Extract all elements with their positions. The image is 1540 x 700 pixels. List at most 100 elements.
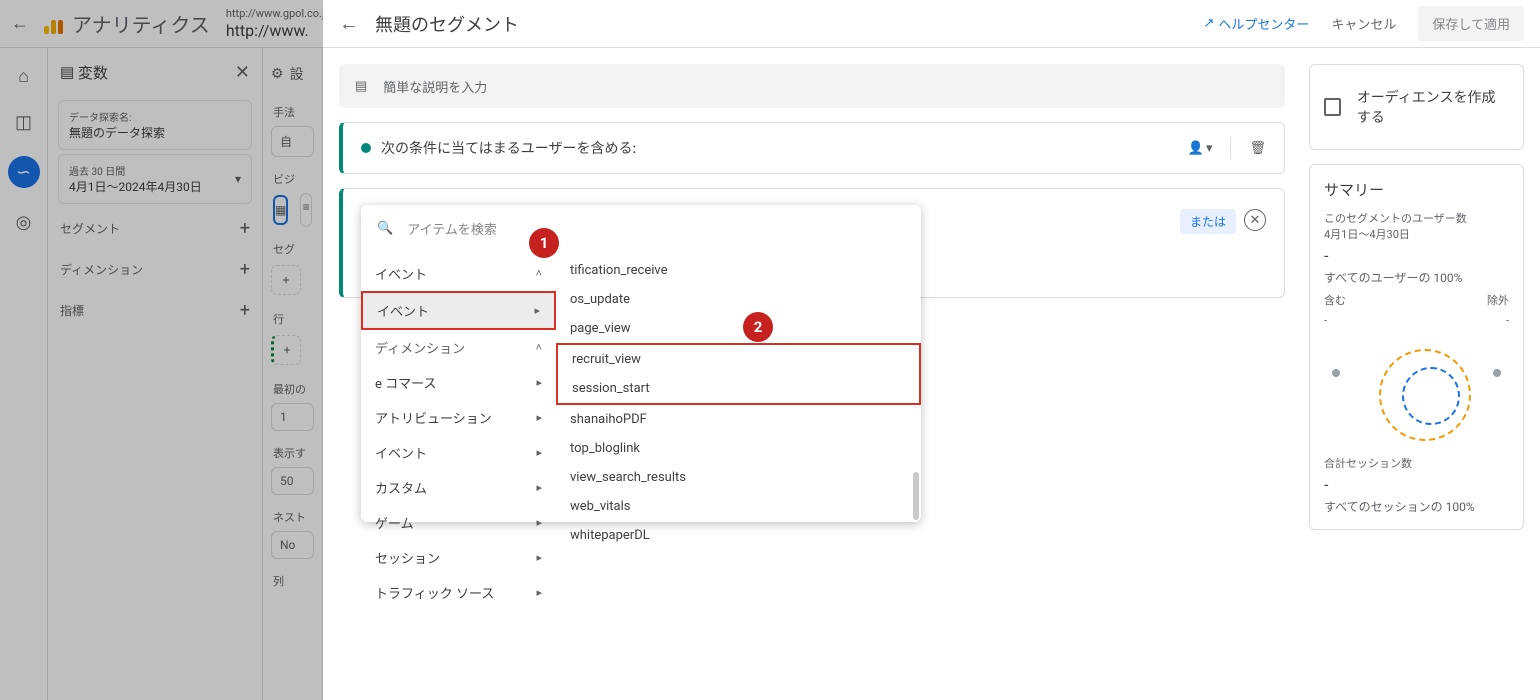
event-item[interactable]: shanaihoPDF bbox=[556, 405, 921, 434]
exploration-name-box[interactable]: データ探索名: 無題のデータ探索 bbox=[58, 100, 252, 150]
or-button[interactable]: または bbox=[1180, 209, 1236, 234]
category-attribution[interactable]: アトリビューション▸ bbox=[361, 400, 556, 435]
event-item[interactable]: page_view bbox=[556, 314, 921, 343]
date-range-value: 4月1日～2024年4月30日 bbox=[69, 178, 202, 195]
vis-table-icon[interactable]: ▦ bbox=[273, 195, 288, 225]
metrics-section: 指標 + bbox=[48, 290, 262, 331]
category-session[interactable]: セッション ▸ bbox=[361, 540, 556, 575]
show-rows-value[interactable]: 50 bbox=[271, 467, 314, 495]
category-ecommerce[interactable]: e コマース▸ bbox=[361, 365, 556, 400]
summary-card: サマリー このセグメントのユーザー数 4月1日～4月30日 - すべてのユーザー… bbox=[1309, 164, 1524, 530]
dimensions-section: ディメンション + bbox=[48, 249, 262, 290]
category-event-highlight[interactable]: イベント▸ bbox=[361, 291, 556, 330]
builder-side: オーディエンスを作成する サマリー このセグメントのユーザー数 4月1日～4月3… bbox=[1309, 64, 1524, 530]
reports-icon[interactable]: ◫ bbox=[12, 110, 36, 134]
description-bar[interactable]: ▤ 簡単な説明を入力 bbox=[339, 64, 1285, 108]
exploration-name-value: 無題のデータ探索 bbox=[69, 124, 241, 141]
divider bbox=[1230, 137, 1231, 159]
summary-title: サマリー bbox=[1324, 179, 1509, 200]
add-dimension-icon[interactable]: + bbox=[240, 259, 250, 280]
event-item[interactable]: whitepaperDL bbox=[556, 521, 921, 550]
add-seg-chip[interactable]: + bbox=[271, 265, 301, 295]
add-row-chip[interactable]: + bbox=[271, 335, 301, 365]
property-url[interactable]: http://www.gpol.co.jp http://www. bbox=[226, 7, 331, 39]
advertising-icon[interactable]: ◎ bbox=[12, 210, 36, 234]
chevron-right-icon: ▸ bbox=[536, 411, 542, 424]
checkbox-empty-icon[interactable] bbox=[1324, 98, 1341, 116]
chevron-right-icon: ▸ bbox=[536, 516, 542, 529]
remove-condition-icon[interactable]: ✕ bbox=[1244, 209, 1266, 231]
nest-value[interactable]: No bbox=[271, 531, 314, 559]
event-item[interactable]: web_vitals bbox=[556, 492, 921, 521]
metrics-label: 指標 bbox=[60, 302, 84, 319]
variables-header: ▤ 変数 ✕ bbox=[48, 48, 262, 96]
search-icon: 🔍 bbox=[377, 221, 393, 236]
help-center-link[interactable]: ↗ヘルプセンター bbox=[1203, 14, 1309, 33]
home-icon[interactable]: ⌂ bbox=[12, 64, 36, 88]
show-rows-label: 表示す bbox=[267, 433, 318, 465]
category-label: セッション bbox=[375, 548, 440, 567]
include-dot-icon bbox=[361, 143, 371, 153]
category-label: イベント bbox=[375, 264, 427, 283]
settings-panel: ⚙設 手法 自 ビジ ▦ ≡ セグ + 行 + 最初の 1 表示す 50 ネスト… bbox=[263, 48, 323, 700]
picker-search[interactable]: 🔍 アイテムを検索 bbox=[361, 205, 921, 252]
event-item-highlight[interactable]: session_start bbox=[556, 374, 921, 405]
save-apply-button[interactable]: 保存して適用 bbox=[1418, 6, 1524, 41]
seg-comp-label: セグ bbox=[267, 229, 318, 261]
caret-down-icon: ▾ bbox=[1206, 141, 1213, 156]
cols-label: 列 bbox=[267, 561, 318, 593]
first-row-value[interactable]: 1 bbox=[271, 403, 314, 431]
event-column: tification_receive os_update page_view r… bbox=[556, 252, 921, 522]
chevron-right-icon: ▸ bbox=[536, 446, 542, 459]
close-icon[interactable]: ✕ bbox=[235, 62, 250, 83]
method-chip[interactable]: 自 bbox=[271, 126, 314, 157]
builder-back-icon[interactable]: ← bbox=[339, 11, 359, 36]
summary-range: 4月1日～4月30日 bbox=[1324, 226, 1509, 242]
summary-include-label: 含む bbox=[1324, 292, 1346, 308]
vis-other-icon[interactable]: ≡ bbox=[300, 193, 312, 227]
chevron-right-icon: ▸ bbox=[536, 551, 542, 564]
category-label: ゲーム bbox=[375, 513, 414, 532]
back-arrow-icon[interactable]: ← bbox=[8, 13, 32, 34]
chevron-up-icon: ˄ bbox=[536, 341, 542, 354]
segment-builder: ← 無題のセグメント ↗ヘルプセンター キャンセル 保存して適用 ▤ 簡単な説明… bbox=[323, 0, 1540, 700]
create-audience-card[interactable]: オーディエンスを作成する bbox=[1309, 64, 1524, 150]
summary-sessions-value: - bbox=[1324, 475, 1509, 494]
explore-icon[interactable]: ∽ bbox=[8, 156, 40, 188]
event-item[interactable]: tification_receive bbox=[556, 256, 921, 285]
venn-point-left bbox=[1332, 369, 1340, 377]
category-label: トラフィック ソース bbox=[375, 583, 494, 602]
category-traffic-source[interactable]: トラフィック ソース▸ bbox=[361, 575, 556, 610]
category-event-sub[interactable]: イベント▸ bbox=[361, 435, 556, 470]
dropdown-caret-icon: ▾ bbox=[235, 172, 241, 186]
include-label: 次の条件に当てはまるユーザーを含める: bbox=[381, 138, 636, 158]
venn-inner-circle bbox=[1402, 367, 1460, 425]
left-rail: ⌂ ◫ ∽ ◎ bbox=[0, 48, 48, 700]
category-event-collapsed[interactable]: イベント˄ bbox=[361, 256, 556, 291]
create-audience-label: オーディエンスを作成する bbox=[1357, 87, 1509, 127]
nest-label: ネスト bbox=[267, 497, 318, 529]
builder-title[interactable]: 無題のセグメント bbox=[375, 11, 519, 37]
category-label: イベント bbox=[377, 301, 429, 320]
scope-selector[interactable]: 👤▾ bbox=[1188, 141, 1213, 156]
category-custom[interactable]: カスタム▸ bbox=[361, 470, 556, 505]
category-game[interactable]: ゲーム ▸ bbox=[361, 505, 556, 540]
summary-all-sessions: すべてのセッションの 100% bbox=[1324, 498, 1509, 515]
variables-panel: ▤ 変数 ✕ データ探索名: 無題のデータ探索 過去 30 日間 4月1日～20… bbox=[48, 48, 263, 700]
event-item[interactable]: os_update bbox=[556, 285, 921, 314]
add-metric-icon[interactable]: + bbox=[240, 300, 250, 321]
event-item[interactable]: view_search_results bbox=[556, 463, 921, 492]
category-dimension[interactable]: ディメンション˄ bbox=[361, 330, 556, 365]
variables-title: 変数 bbox=[78, 62, 108, 83]
delete-icon[interactable]: 🗑 bbox=[1249, 141, 1266, 156]
summary-exclude-value: - bbox=[1506, 314, 1509, 327]
scrollbar-thumb[interactable] bbox=[913, 472, 919, 520]
event-item[interactable]: top_bloglink bbox=[556, 434, 921, 463]
date-range-box[interactable]: 過去 30 日間 4月1日～2024年4月30日 ▾ bbox=[58, 154, 252, 204]
vis-label: ビジ bbox=[267, 159, 318, 191]
builder-main: ▤ 簡単な説明を入力 次の条件に当てはまるユーザーを含める: 👤▾ 🗑 🔍 アイ… bbox=[339, 64, 1285, 530]
gear-icon: ⚙ bbox=[271, 66, 284, 82]
cancel-button[interactable]: キャンセル bbox=[1321, 8, 1406, 39]
add-segment-icon[interactable]: + bbox=[240, 218, 250, 239]
event-item[interactable]: recruit_view bbox=[556, 343, 921, 374]
